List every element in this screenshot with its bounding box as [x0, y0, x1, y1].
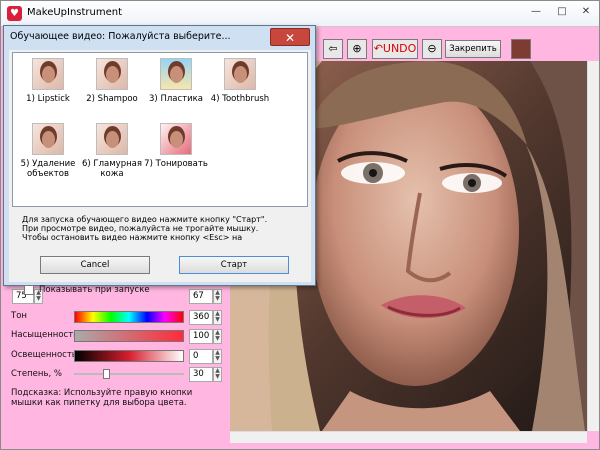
maximize-button[interactable]: □ — [553, 3, 571, 21]
tone-slider[interactable] — [74, 311, 184, 323]
video-label: 3) Пластика — [149, 94, 203, 104]
dialog-instructions: Для запуска обучающего видео нажмите кно… — [22, 215, 268, 242]
color-panel: 75 ▲ ▼ 67 ▲ ▼ Тон 360 ▲ ▼ Насыщенность 100 … — [1, 283, 229, 445]
zoom-out-icon[interactable]: ⊖ — [422, 39, 442, 59]
app-title: MakeUpInstrument — [27, 7, 123, 18]
close-button[interactable]: ✕ — [577, 3, 595, 21]
lipstick-thumbnail-icon — [32, 58, 64, 90]
video-item-tone[interactable]: 7) Тонировать — [141, 123, 211, 169]
minimize-button[interactable]: — — [527, 3, 545, 21]
zoom-in-icon[interactable]: ⊕ — [347, 39, 367, 59]
mini-photo-icon — [511, 39, 531, 59]
video-list: 1) Lipstick 2) Shampoo 3) Пластика 4) To… — [12, 52, 308, 207]
right-value-field[interactable]: 67 — [189, 289, 213, 304]
lightness-label: Освещенность — [11, 350, 77, 360]
plastic-thumbnail-icon — [160, 58, 192, 90]
degree-slider[interactable] — [74, 369, 184, 379]
show-at-start-checkbox[interactable] — [24, 285, 34, 295]
video-item-toothbrush[interactable]: 4) Toothbrush — [205, 58, 275, 104]
right-value-spinner[interactable]: ▲ ▼ — [213, 289, 222, 304]
lightness-slider[interactable] — [74, 350, 184, 362]
tone-label: Тон — [11, 311, 27, 321]
glamour-skin-thumbnail-icon — [96, 123, 128, 155]
fix-button[interactable]: Закрепить — [445, 40, 501, 58]
tone-value[interactable]: 360 — [189, 310, 213, 325]
tone-spinner[interactable]: ▲ ▼ — [213, 310, 222, 325]
degree-label: Степень, % — [11, 369, 62, 379]
degree-value[interactable]: 30 — [189, 367, 213, 382]
remove-objects-thumbnail-icon — [32, 123, 64, 155]
app-window: ♥ MakeUpInstrument — □ ✕ ⇦ ⊕ ↶UNDO ⊖ Зак… — [0, 0, 600, 450]
video-item-remove-objects[interactable]: 5) Удаление объектов — [13, 123, 83, 179]
saturation-spinner[interactable]: ▲ ▼ — [213, 329, 222, 344]
video-item-lipstick[interactable]: 1) Lipstick — [13, 58, 83, 104]
video-item-plastic[interactable]: 3) Пластика — [141, 58, 211, 104]
shampoo-thumbnail-icon — [96, 58, 128, 90]
undo-icon[interactable]: ↶UNDO — [372, 39, 418, 59]
degree-slider-handle[interactable] — [103, 369, 110, 379]
cancel-button[interactable]: Cancel — [40, 256, 150, 274]
vertical-scrollbar[interactable] — [587, 61, 599, 431]
lightness-spinner[interactable]: ▲ ▼ — [213, 349, 222, 364]
video-label: 6) Гламурная кожа — [82, 159, 142, 179]
dialog-close-button[interactable]: ✕ — [270, 28, 310, 46]
app-logo-icon: ♥ — [7, 6, 22, 21]
show-at-start-label: Показывать при запуске — [39, 285, 150, 295]
degree-spinner[interactable]: ▲ ▼ — [213, 367, 222, 382]
start-button[interactable]: Старт — [179, 256, 289, 274]
video-label: 1) Lipstick — [26, 94, 70, 104]
video-label: 4) Toothbrush — [210, 94, 270, 104]
saturation-value[interactable]: 100 — [189, 329, 213, 344]
video-label: 7) Тонировать — [144, 159, 208, 169]
dialog-body: 1) Lipstick 2) Shampoo 3) Пластика 4) To… — [9, 50, 311, 295]
video-item-glamour-skin[interactable]: 6) Гламурная кожа — [77, 123, 147, 179]
title-bar: ♥ MakeUpInstrument — □ ✕ — [1, 1, 599, 27]
video-item-shampoo[interactable]: 2) Shampoo — [77, 58, 147, 104]
lightness-value[interactable]: 0 — [189, 349, 213, 364]
saturation-label: Насыщенность — [11, 330, 79, 340]
video-label: 5) Удаление объектов — [20, 159, 76, 179]
arrow-icon[interactable]: ⇦ — [323, 39, 343, 59]
saturation-slider[interactable] — [74, 330, 184, 342]
dialog-title: Обучающее видео: Пожалуйста выберите... — [10, 31, 231, 42]
horizontal-scrollbar[interactable] — [230, 431, 587, 443]
video-label: 2) Shampoo — [86, 94, 138, 104]
hint-text: Подсказка: Используйте правую кнопки мыш… — [11, 388, 193, 408]
toothbrush-thumbnail-icon — [224, 58, 256, 90]
tutorial-dialog: Обучающее видео: Пожалуйста выберите... … — [3, 25, 316, 295]
tone-thumbnail-icon — [160, 123, 192, 155]
